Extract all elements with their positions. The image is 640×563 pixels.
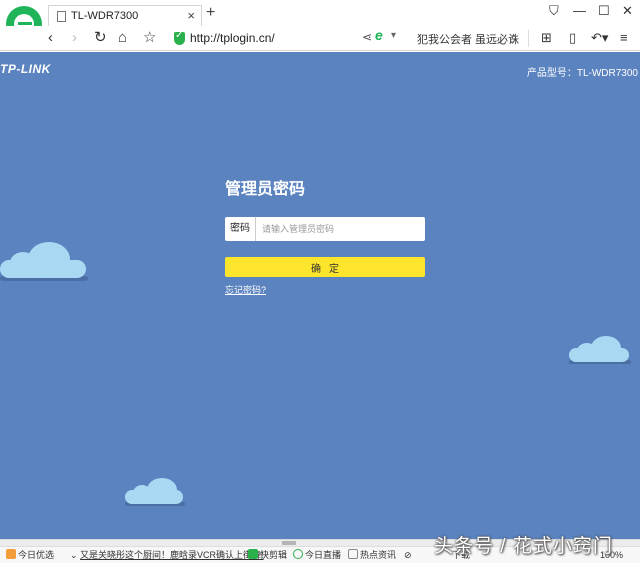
live-icon <box>293 549 303 559</box>
refresh-icon[interactable]: ↻ <box>94 29 107 47</box>
address-bar[interactable]: http://tplogin.cn/ <box>170 30 410 48</box>
cloud-left <box>0 242 90 282</box>
watermark: 头条号 / 花式小窍门 <box>434 536 613 557</box>
search-suggestion[interactable]: 犯我公会者 虽远必诛 <box>417 31 519 47</box>
apps-grid-icon[interactable]: ⊞ <box>541 29 552 47</box>
home-icon[interactable]: ⌂ <box>118 29 127 47</box>
password-input[interactable] <box>257 217 425 241</box>
navigation-bar: ‹ › ↻ ⌂ ☆ http://tplogin.cn/ ⋖ e ▾ 犯我公会者… <box>0 26 640 51</box>
divider <box>528 30 529 47</box>
page-icon <box>57 11 66 22</box>
address-url[interactable]: http://tplogin.cn/ <box>190 31 275 45</box>
model-label: 产品型号：TL-WDR7300 <box>526 68 638 79</box>
mobile-icon[interactable]: ▯ <box>569 29 576 47</box>
share-icon[interactable]: ⋖ <box>362 30 372 44</box>
news-icon <box>348 549 358 559</box>
minimize-icon[interactable]: — <box>573 4 586 18</box>
status-item-accelerate[interactable]: ⊘ <box>404 549 412 561</box>
close-tab-icon[interactable]: × <box>187 8 195 23</box>
forgot-password-link[interactable]: 忘记密码? <box>225 283 266 296</box>
search-icon[interactable]: ⌕ <box>510 29 517 45</box>
cloud-bottom <box>125 478 187 508</box>
chevron-double-icon: ⌄ <box>70 550 81 560</box>
gift-icon <box>6 549 16 559</box>
tab-active[interactable]: TL-WDR7300 × <box>48 5 202 26</box>
undo-menu-icon[interactable]: ↶▾ <box>591 29 608 47</box>
password-row: 密码 <box>225 217 425 241</box>
router-login-page: TP-LINK 产品型号：TL-WDR7300 管理员密码 密码 确定 忘记密码… <box>0 52 640 543</box>
shirt-icon[interactable]: ⛉ <box>549 4 559 18</box>
status-item-headline[interactable]: ⌄ 又是关晓彤这个厨间！鹿晗录VCR确认上街舞! <box>70 549 264 561</box>
secure-shield-icon <box>174 30 185 45</box>
browser-engine-icon[interactable]: e <box>375 27 383 43</box>
cloud-right <box>569 336 633 366</box>
status-item-live[interactable]: 今日直播 <box>293 549 341 561</box>
scrollbar-thumb[interactable] <box>282 541 296 545</box>
password-label: 密码 <box>225 217 256 241</box>
back-icon[interactable]: ‹ <box>48 29 53 47</box>
tab-bar: TL-WDR7300 × + ⛉ — ☐ ✕ <box>0 0 640 42</box>
login-title: 管理员密码 <box>225 181 306 198</box>
confirm-button[interactable]: 确定 <box>225 257 425 277</box>
menu-icon[interactable]: ≡ <box>620 29 628 47</box>
maximize-icon[interactable]: ☐ <box>598 4 610 18</box>
brand-logo: TP-LINK <box>0 62 51 76</box>
close-window-icon[interactable]: ✕ <box>622 4 633 18</box>
new-tab-icon[interactable]: + <box>206 5 215 21</box>
status-item-quick-edit[interactable]: 快剪辑 <box>248 549 287 561</box>
tab-title: TL-WDR7300 <box>71 10 139 22</box>
forward-icon[interactable]: › <box>72 29 77 47</box>
favorite-star-icon[interactable]: ☆ <box>143 29 156 47</box>
status-item-today-picks[interactable]: 今日优选 <box>6 549 54 561</box>
play-icon <box>248 549 258 559</box>
status-item-hot-news[interactable]: 热点资讯 <box>348 549 396 561</box>
chevron-down-icon[interactable]: ▾ <box>391 30 396 41</box>
